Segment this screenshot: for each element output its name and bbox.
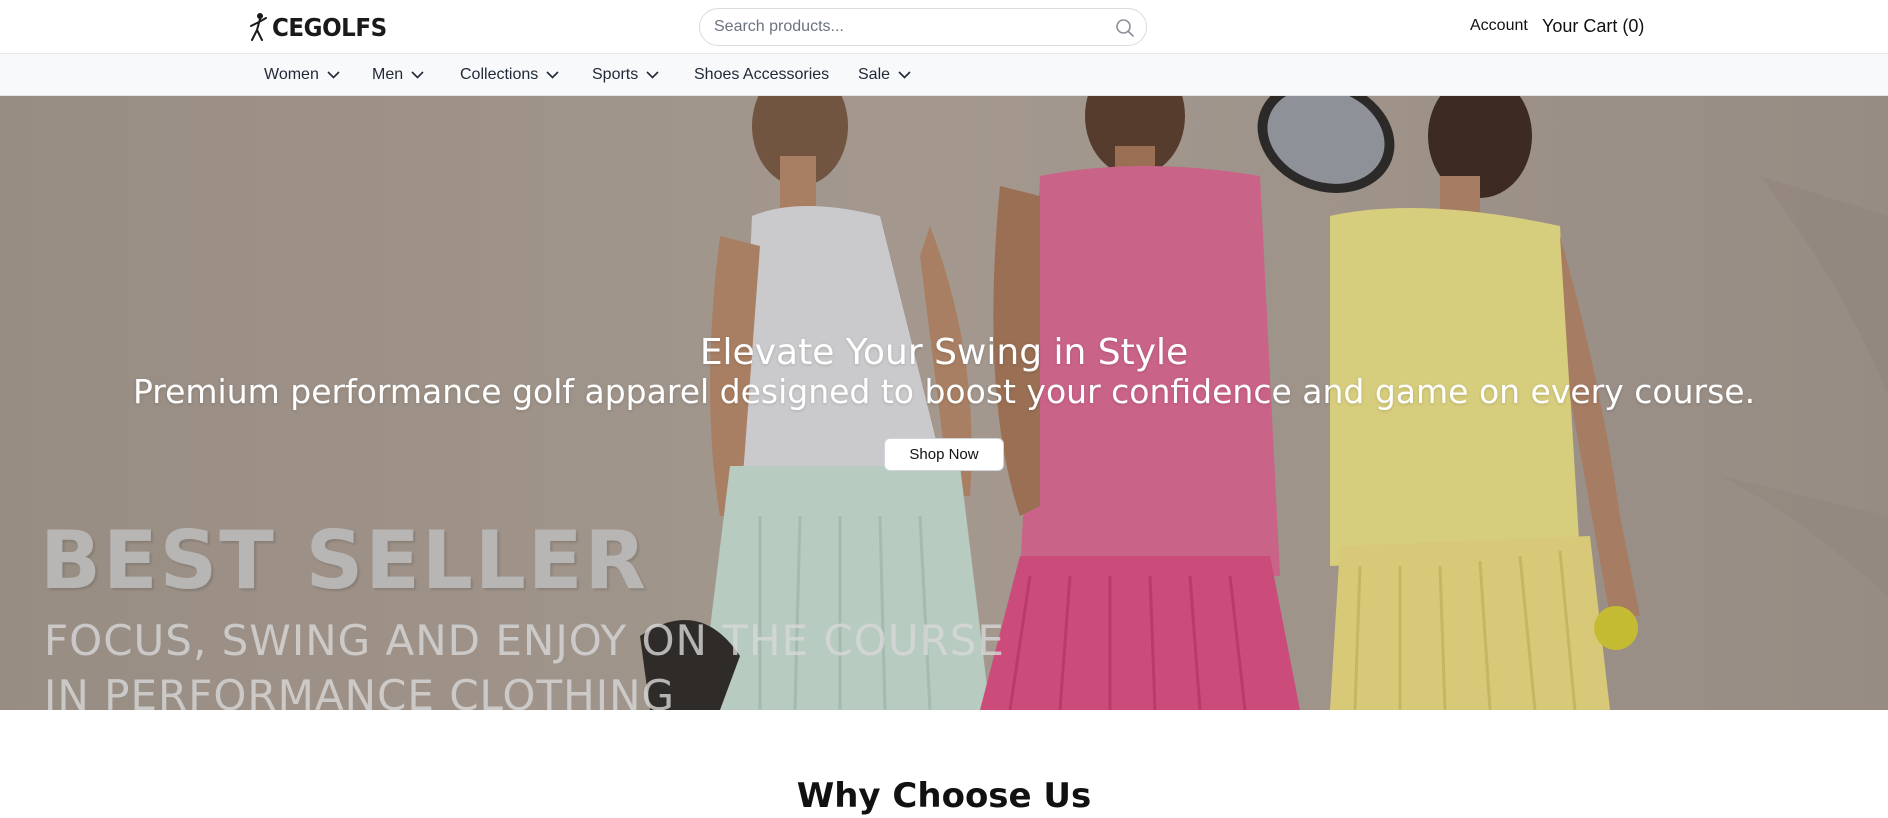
search-input[interactable] (714, 9, 1094, 45)
nav-label: Men (372, 66, 404, 83)
banner-headline: BEST SELLER (40, 514, 649, 607)
chevron-down-icon (646, 71, 659, 79)
hero-title: Elevate Your Swing in Style (699, 332, 1189, 373)
nav-item-collections[interactable]: Collections (460, 54, 559, 96)
main-nav: Women Men Collections Sports Shoes Acces… (0, 54, 1888, 96)
cart-link[interactable]: Your Cart (0) (1542, 16, 1644, 37)
chevron-down-icon (546, 71, 559, 79)
nav-label: Women (264, 66, 319, 83)
nav-item-women[interactable]: Women (264, 54, 340, 96)
banner-tagline: FOCUS, SWING AND ENJOY ON THE COURSE (44, 616, 1005, 665)
account-link[interactable]: Account (1470, 17, 1528, 35)
shop-now-button[interactable]: Shop Now (884, 438, 1004, 471)
nav-item-men[interactable]: Men (372, 54, 424, 96)
logo[interactable]: CEGOLFS (248, 10, 397, 44)
section-heading: Why Choose Us (796, 776, 1092, 816)
chevron-down-icon (411, 71, 424, 79)
chevron-down-icon (898, 71, 911, 79)
search-icon[interactable] (1114, 17, 1136, 39)
search-box (699, 8, 1147, 46)
nav-item-sports[interactable]: Sports (592, 54, 659, 96)
top-header: CEGOLFS Account Your Cart (0) (0, 0, 1888, 54)
golfer-logo-icon (250, 13, 267, 41)
nav-label: Sports (592, 66, 639, 83)
nav-label: Shoes Accessories (694, 66, 830, 83)
logo-text: CEGOLFS (272, 12, 387, 42)
hero-subtitle: Premium performance golf apparel designe… (132, 372, 1756, 411)
nav-label: Collections (460, 66, 539, 83)
banner-tagline: IN PERFORMANCE CLOTHING (44, 671, 676, 710)
nav-item-shoes-accessories[interactable]: Shoes Accessories (694, 54, 829, 96)
chevron-down-icon (327, 71, 340, 79)
hero-banner: BEST SELLER FOCUS, SWING AND ENJOY ON TH… (0, 96, 1888, 710)
nav-label: Sale (858, 66, 891, 83)
nav-item-sale[interactable]: Sale (858, 54, 911, 96)
